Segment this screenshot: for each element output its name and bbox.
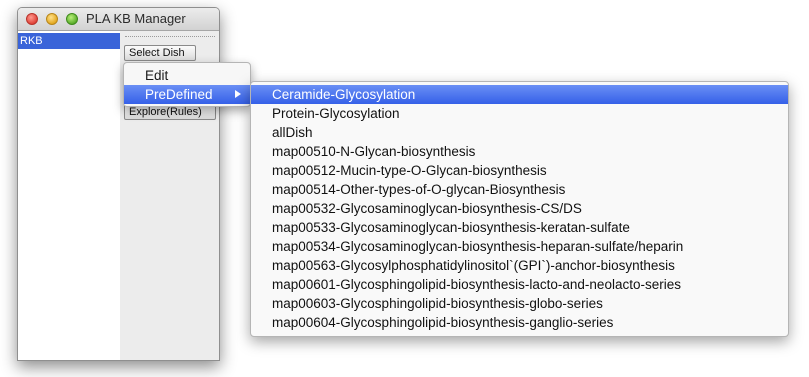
submenu-item-alldish[interactable]: allDish — [251, 123, 788, 142]
menu-item-edit[interactable]: Edit — [124, 66, 250, 85]
select-dish-button[interactable]: Select Dish — [124, 45, 196, 61]
window-title: PLA KB Manager — [86, 11, 186, 26]
select-dish-menu: Edit PreDefined — [123, 62, 251, 107]
submenu-item-map00510[interactable]: map00510-N-Glycan-biosynthesis — [251, 142, 788, 161]
tree-item-rkb[interactable]: RKB — [18, 33, 120, 49]
divider — [125, 36, 215, 37]
submenu-item-map00532[interactable]: map00532-Glycosaminoglycan-biosynthesis-… — [251, 199, 788, 218]
zoom-window-button[interactable] — [66, 13, 78, 25]
submenu-item-protein-glycosylation[interactable]: Protein-Glycosylation — [251, 104, 788, 123]
menu-item-predefined-label: PreDefined — [145, 87, 213, 102]
kb-tree[interactable]: RKB — [18, 31, 120, 360]
submenu-item-map00512[interactable]: map00512-Mucin-type-O-Glycan-biosynthesi… — [251, 161, 788, 180]
predefined-submenu: Ceramide-Glycosylation Protein-Glycosyla… — [250, 81, 789, 337]
app-window: PLA KB Manager RKB Select Dish Explore(R… — [17, 7, 220, 361]
submenu-item-map00563[interactable]: map00563-Glycosylphosphatidylinositol`(G… — [251, 256, 788, 275]
submenu-item-map00604[interactable]: map00604-Glycosphingolipid-biosynthesis-… — [251, 313, 788, 332]
menu-item-predefined[interactable]: PreDefined — [124, 85, 250, 104]
title-bar[interactable]: PLA KB Manager — [18, 8, 219, 31]
submenu-item-map00514[interactable]: map00514-Other-types-of-O-glycan-Biosynt… — [251, 180, 788, 199]
submenu-item-map00601[interactable]: map00601-Glycosphingolipid-biosynthesis-… — [251, 275, 788, 294]
close-window-button[interactable] — [26, 13, 38, 25]
submenu-arrow-icon — [235, 90, 241, 98]
submenu-item-ceramide-glycosylation[interactable]: Ceramide-Glycosylation — [251, 85, 788, 104]
submenu-item-map00603[interactable]: map00603-Glycosphingolipid-biosynthesis-… — [251, 294, 788, 313]
desktop: PLA KB Manager RKB Select Dish Explore(R… — [0, 0, 809, 377]
submenu-item-map00534[interactable]: map00534-Glycosaminoglycan-biosynthesis-… — [251, 237, 788, 256]
submenu-item-map00533[interactable]: map00533-Glycosaminoglycan-biosynthesis-… — [251, 218, 788, 237]
minimize-window-button[interactable] — [46, 13, 58, 25]
